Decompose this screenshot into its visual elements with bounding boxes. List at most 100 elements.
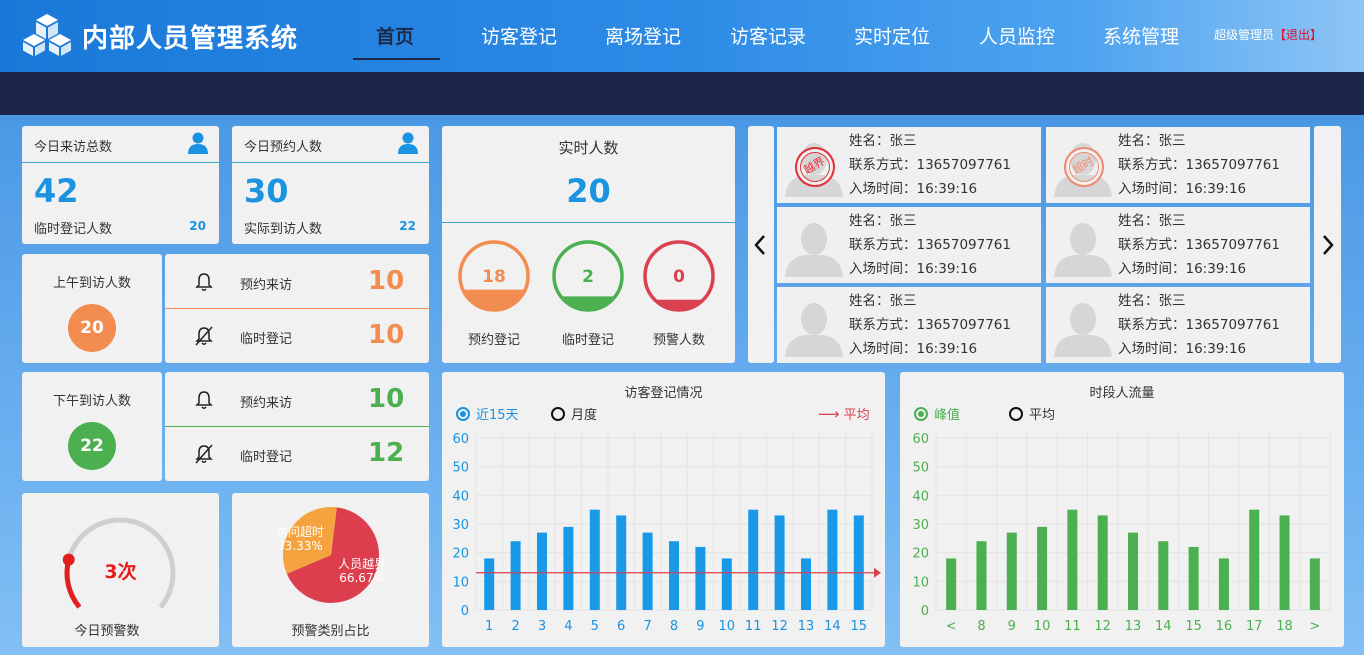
person-card[interactable]: 姓名：张三 联系方式：13657097761 入场时间：16:39:16	[1046, 207, 1310, 283]
x-tick-label: 10	[1034, 619, 1051, 634]
bar[interactable]	[669, 541, 679, 610]
bar[interactable]	[827, 509, 838, 610]
person-phone: 联系方式：13657097761	[849, 317, 1011, 333]
visitor-bar-chart: 01020304050601 2 3 4 5 6 7 8 9 10 11 12 13 14 15	[452, 432, 881, 634]
chevron-right-icon	[1323, 235, 1334, 255]
bar[interactable]	[1309, 558, 1320, 610]
bar[interactable]	[1037, 526, 1048, 610]
bar[interactable]	[1218, 558, 1229, 610]
nav-departure-registration[interactable]: 离场登记	[605, 22, 681, 49]
x-tick-label: 12	[1094, 619, 1111, 634]
today-total-card: 今日来访总数 42 临时登记人数 20	[22, 126, 219, 244]
ring-label: 预约登记	[467, 333, 520, 348]
bell-off-icon	[195, 444, 213, 464]
bar[interactable]	[1158, 541, 1169, 610]
avatar-icon	[1052, 217, 1114, 277]
x-tick-label: 8	[670, 619, 678, 634]
x-tick-label: 12	[771, 619, 788, 634]
reserved-visit-label: 预约来访	[240, 278, 293, 293]
bar[interactable]	[946, 558, 957, 610]
nav-home[interactable]: 首页	[376, 22, 414, 49]
ring-gauge: 0	[643, 240, 715, 312]
bar[interactable]	[589, 509, 600, 610]
person-entry-time: 入场时间：16:39:16	[1118, 341, 1247, 357]
visitor-registration-chart-card: 访客登记情况 近15天 月度 ⟶ 平均 0 10 20 30 40 50 60 1 2 3 4 5 6 7…	[442, 372, 885, 647]
afternoon-title: 下午到访人数	[52, 394, 131, 409]
bar[interactable]	[484, 558, 495, 610]
nav-visitor-records[interactable]: 访客记录	[730, 22, 806, 49]
bar[interactable]	[1249, 509, 1260, 610]
bar[interactable]	[695, 546, 706, 610]
x-tick-label: 15	[851, 619, 868, 634]
person-entry-time: 入场时间：16:39:16	[849, 181, 978, 197]
today-total-value: 42	[34, 172, 79, 210]
warning-count: 3次	[104, 561, 137, 583]
person-entry-time: 入场时间：16:39:16	[849, 261, 978, 277]
x-tick-label: 1	[485, 619, 493, 634]
hourly-bar-chart: 0 10 20 30 40 50 60 < 8 9 10 11 12 13 14 15 16 17 18 >	[912, 432, 1331, 634]
today-reserved-value: 30	[244, 172, 289, 210]
dark-banner	[0, 72, 1364, 115]
person-phone: 联系方式：13657097761	[849, 237, 1011, 253]
person-card[interactable]: 姓名：张三 联系方式：13657097761 入场时间：16:39:16 越界	[777, 127, 1041, 203]
bar[interactable]	[537, 532, 547, 610]
carousel-prev-button[interactable]	[748, 126, 774, 363]
bar[interactable]	[642, 532, 653, 610]
bar[interactable]	[1188, 546, 1199, 610]
y-tick-label: 40	[912, 489, 929, 504]
logout-link[interactable]: 【退出】	[1274, 28, 1322, 42]
avatar-icon	[783, 297, 845, 357]
divider	[165, 308, 429, 309]
nav-realtime-location[interactable]: 实时定位	[854, 22, 930, 49]
x-tick-label: <	[946, 619, 957, 634]
realtime-count-card: 实时人数 20 18 预约登记 2 临时登记 0 预警人数	[442, 126, 735, 363]
x-tick-label: 14	[824, 619, 841, 634]
ring-value: 0	[673, 267, 685, 287]
x-tick-label: 9	[1008, 619, 1016, 634]
y-tick-label: 60	[452, 432, 469, 447]
nav-personnel-monitor[interactable]: 人员监控	[979, 22, 1055, 49]
carousel-next-button[interactable]	[1314, 126, 1341, 363]
y-tick-label: 30	[912, 518, 929, 533]
avatar-icon	[783, 217, 845, 277]
y-tick-label: 20	[912, 547, 929, 562]
pie-slice-pct: 33.33%	[277, 539, 323, 553]
nav-visitor-registration[interactable]: 访客登记	[481, 22, 557, 49]
bar[interactable]	[1006, 532, 1017, 610]
divider	[442, 222, 735, 223]
bar[interactable]	[1128, 532, 1138, 610]
person-entry-time: 入场时间：16:39:16	[849, 341, 978, 357]
y-tick-label: 10	[912, 575, 929, 590]
person-card[interactable]: 姓名：张三 联系方式：13657097761 入场时间：16:39:16	[777, 287, 1041, 363]
bar[interactable]	[1067, 509, 1078, 610]
y-tick-label: 50	[452, 461, 469, 476]
morning-visitors-card: 上午到访人数 20	[22, 254, 162, 363]
y-tick-label: 20	[452, 547, 469, 562]
morning-detail-card: 预约来访 10 临时登记 10	[165, 254, 429, 363]
pie-slice-name: 访问超时	[276, 524, 324, 539]
ring-value: 18	[482, 267, 506, 287]
bar[interactable]	[853, 515, 864, 610]
bar[interactable]	[510, 541, 521, 610]
bar[interactable]	[616, 515, 627, 610]
actual-visitors-value: 22	[399, 219, 416, 233]
person-card[interactable]: 姓名：张三 联系方式：13657097761 入场时间：16:39:16 超时	[1046, 127, 1310, 203]
nav-system-management[interactable]: 系统管理	[1103, 22, 1179, 49]
bar[interactable]	[976, 541, 987, 610]
person-name: 姓名：张三	[1118, 293, 1186, 309]
hourly-flow-chart-card: 时段人流量 峰值 平均 0 10 20 30 40 50 60 <8 9 10 11 12 13 14 15…	[900, 372, 1344, 647]
bell-icon	[195, 273, 213, 291]
bar[interactable]	[774, 515, 785, 610]
bar[interactable]	[1097, 515, 1108, 610]
bell-icon	[195, 391, 213, 409]
bar[interactable]	[748, 509, 759, 610]
person-card[interactable]: 姓名：张三 联系方式：13657097761 入场时间：16:39:16	[1046, 287, 1310, 363]
afternoon-detail-card: 预约来访 10 临时登记 12	[165, 372, 429, 481]
temp-registered-value: 20	[189, 219, 206, 233]
bar[interactable]	[1279, 515, 1290, 610]
person-card[interactable]: 姓名：张三 联系方式：13657097761 入场时间：16:39:16	[777, 207, 1041, 283]
bar[interactable]	[563, 526, 574, 610]
bar[interactable]	[801, 558, 811, 610]
afternoon-visitors-card: 下午到访人数 22	[22, 372, 162, 481]
bar[interactable]	[721, 558, 732, 610]
